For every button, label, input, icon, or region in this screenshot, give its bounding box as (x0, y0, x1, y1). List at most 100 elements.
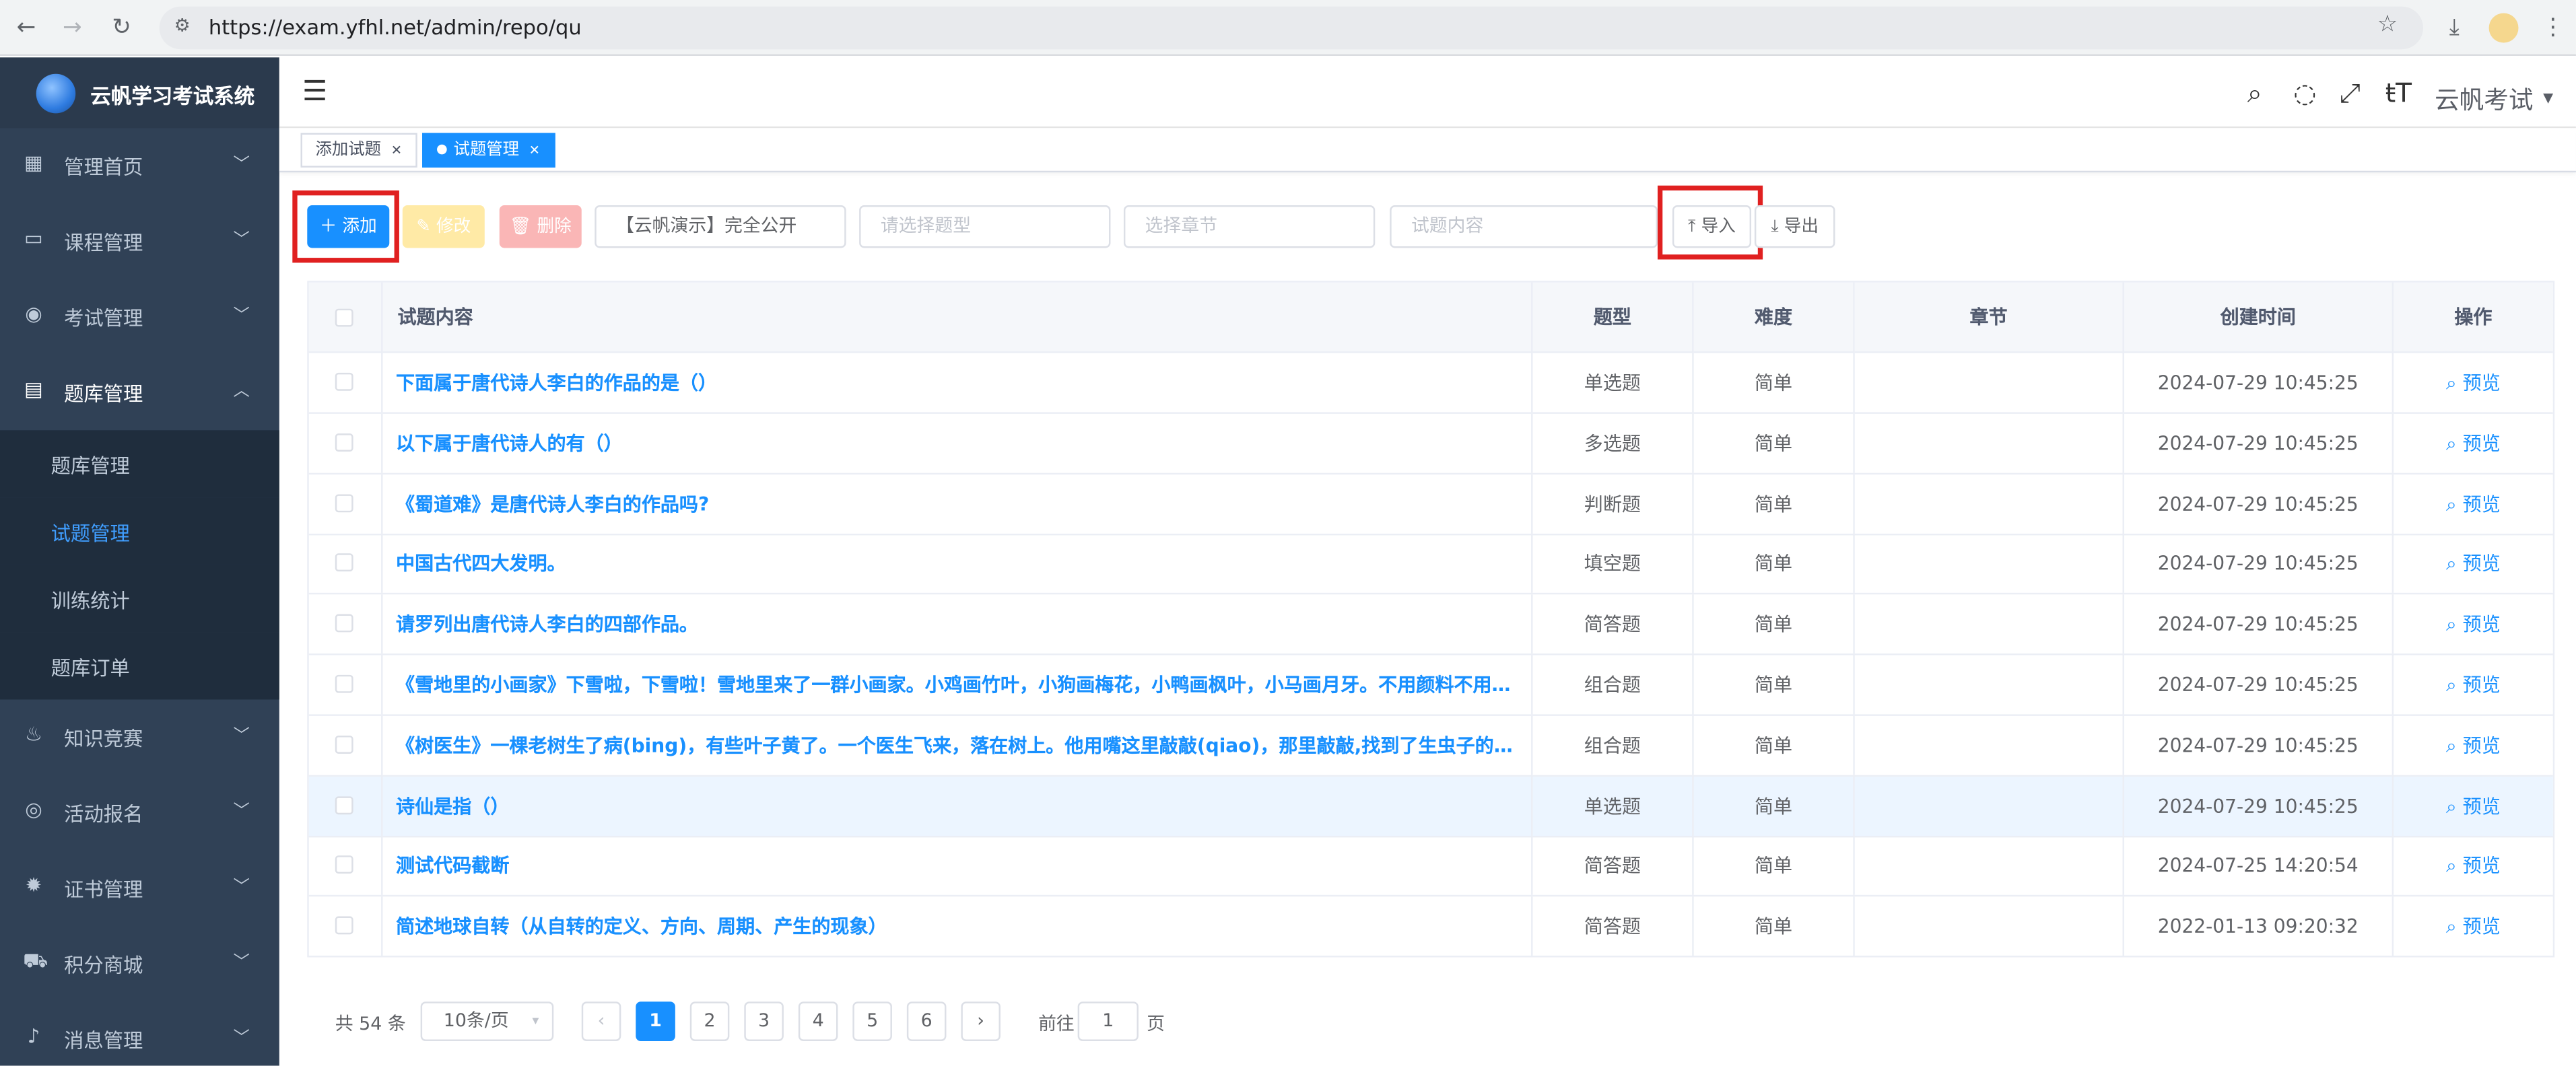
question-content-link[interactable]: 中国古代四大发明。 (383, 534, 1533, 594)
table-row[interactable]: 简述地球自转（从自转的定义、方向、周期、产生的现象） 简答题 简单 2022-01-1… (308, 896, 2553, 958)
prev-page-button[interactable]: ‹ (581, 1001, 621, 1041)
sidebar-item-course[interactable]: ▭ 课程管理 ﹀ (0, 204, 279, 279)
difficulty-cell: 简单 (1694, 413, 1855, 473)
preview-link[interactable]: ⌕ 预览 (2394, 897, 2553, 956)
sidebar-subitem-repo[interactable]: 题库管理 (0, 430, 279, 498)
caret-down-icon[interactable]: ▼ (2543, 90, 2553, 105)
question-content-link[interactable]: 《树医生》一棵老树生了病(bing)，有些叶子黄了。一个医生飞来，落在树上。他用… (383, 715, 1533, 775)
question-type-cell: 单选题 (1533, 776, 1694, 835)
question-content-link[interactable]: 简述地球自转（从自转的定义、方向、周期、产生的现象） (383, 896, 1533, 956)
export-button[interactable]: ⤓ 导出 (1754, 205, 1835, 248)
more-menu-icon[interactable]: ⋮ (2536, 11, 2569, 44)
page-button[interactable]: 3 (744, 1001, 784, 1041)
page-button[interactable]: 5 (852, 1001, 892, 1041)
bookmark-star-icon[interactable]: ☆ (2377, 11, 2398, 38)
chapter-cell (1855, 896, 2124, 956)
chapter-select[interactable]: 选择章节 (1123, 205, 1376, 248)
font-size-icon[interactable]: ŧT (2385, 77, 2412, 108)
fire-icon: ♨ (24, 722, 43, 746)
profile-avatar[interactable] (2488, 13, 2519, 43)
close-icon[interactable]: ✕ (391, 143, 402, 157)
row-checkbox[interactable] (335, 674, 353, 693)
row-checkbox[interactable] (335, 493, 353, 512)
row-checkbox[interactable] (335, 735, 353, 754)
row-checkbox[interactable] (335, 916, 353, 935)
question-content-link[interactable]: 下面属于唐代诗人李白的作品的是（） (383, 353, 1533, 413)
created-time-cell: 2024-07-29 10:45:25 (2124, 413, 2394, 473)
question-content-link[interactable]: 以下属于唐代诗人的有（） (383, 413, 1533, 473)
content-search-input[interactable]: 试题内容 (1390, 205, 1658, 248)
user-name[interactable]: 云帆考试 (2435, 82, 2533, 116)
row-checkbox[interactable] (335, 433, 353, 452)
table-row[interactable]: 中国古代四大发明。 填空题 简单 2024-07-29 10:45:25 ⌕ 预览 (308, 534, 2553, 596)
search-icon[interactable]: ⌕ (2247, 77, 2262, 110)
page-button[interactable]: 2 (689, 1001, 730, 1041)
hamburger-icon[interactable]: ☰ (302, 75, 327, 108)
preview-link[interactable]: ⌕ 预览 (2394, 837, 2553, 896)
reload-icon[interactable]: ↻ (105, 11, 138, 44)
preview-link[interactable]: ⌕ 预览 (2394, 474, 2553, 533)
sidebar-item-contest[interactable]: ♨ 知识竞赛 ﹀ (0, 699, 279, 775)
preview-link[interactable]: ⌕ 预览 (2394, 655, 2553, 715)
table-row[interactable]: 下面属于唐代诗人李白的作品的是（） 单选题 简单 2024-07-29 10:45:2… (308, 353, 2553, 414)
page-button[interactable]: 4 (798, 1001, 838, 1041)
preview-label: 预览 (2462, 431, 2501, 455)
sidebar-item-certificate[interactable]: ✹ 证书管理 ﹀ (0, 851, 279, 926)
goto-page-input[interactable]: 1 (1077, 1001, 1139, 1041)
row-checkbox[interactable] (335, 856, 353, 875)
row-checkbox[interactable] (335, 795, 353, 814)
created-time-cell: 2024-07-29 10:45:25 (2124, 594, 2394, 654)
table-row[interactable]: 测试代码截断 简答题 简单 2024-07-25 14:20:54 ⌕ 预览 (308, 836, 2553, 898)
site-settings-icon[interactable]: ⚙ (174, 15, 191, 36)
question-content-link[interactable]: 请罗列出唐代诗人李白的四部作品。 (383, 594, 1533, 654)
table-row[interactable]: 请罗列出唐代诗人李白的四部作品。 简答题 简单 2024-07-29 10:45:25… (308, 594, 2553, 656)
close-icon[interactable]: ✕ (529, 143, 540, 157)
row-checkbox[interactable] (335, 614, 353, 633)
preview-link[interactable]: ⌕ 预览 (2394, 353, 2553, 413)
sidebar-item-exam[interactable]: ◉ 考试管理 ﹀ (0, 279, 279, 355)
question-content-link[interactable]: 《雪地里的小画家》下雪啦，下雪啦！雪地里来了一群小画家。小鸡画竹叶，小狗画梅花，… (383, 655, 1533, 715)
table-row[interactable]: 《雪地里的小画家》下雪啦，下雪啦！雪地里来了一群小画家。小鸡画竹叶，小狗画梅花，… (308, 655, 2553, 716)
sidebar-subitem-repo-orders[interactable]: 题库订单 (0, 632, 279, 700)
address-bar[interactable]: ⚙ https://exam.yfhl.net/admin/repo/qu ☆ (159, 6, 2424, 50)
back-icon[interactable]: ← (10, 11, 43, 44)
preview-label: 预览 (2462, 492, 2501, 516)
difficulty-cell: 简单 (1694, 594, 1855, 654)
repo-select[interactable]: 【云帆演示】完全公开 (595, 205, 846, 248)
sidebar-item-dashboard[interactable]: ▦ 管理首页 ﹀ (0, 128, 279, 203)
preview-link[interactable]: ⌕ 预览 (2394, 534, 2553, 594)
page-size-select[interactable]: 10条/页 ▾ (420, 1001, 554, 1041)
preview-link[interactable]: ⌕ 预览 (2394, 776, 2553, 835)
preview-link[interactable]: ⌕ 预览 (2394, 413, 2553, 472)
question-type-select[interactable]: 请选择题型 (859, 205, 1111, 248)
chat-icon[interactable]: ◌ (2293, 77, 2316, 108)
preview-link[interactable]: ⌕ 预览 (2394, 715, 2553, 775)
sidebar-subitem-question[interactable]: 试题管理 (0, 497, 279, 565)
table-row[interactable]: 《蜀道难》是唐代诗人李白的作品吗? 判断题 简单 2024-07-29 10:45:2… (308, 474, 2553, 535)
sidebar-item-message[interactable]: ♪ 消息管理 ﹀ (0, 1001, 279, 1066)
sidebar-item-mall[interactable]: ⛟ 积分商城 ﹀ (0, 926, 279, 1001)
question-content-link[interactable]: 《蜀道难》是唐代诗人李白的作品吗? (383, 474, 1533, 534)
tag-question-manage[interactable]: 试题管理 ✕ (422, 133, 555, 168)
edit-button[interactable]: ✎ 修改 (402, 205, 485, 248)
table-row[interactable]: 以下属于唐代诗人的有（） 多选题 简单 2024-07-29 10:45:25 ⌕ 预览 (308, 413, 2553, 474)
forward-icon[interactable]: → (56, 11, 89, 44)
row-checkbox[interactable] (335, 554, 353, 573)
page-button[interactable]: 6 (906, 1001, 947, 1041)
table-row[interactable]: 《树医生》一棵老树生了病(bing)，有些叶子黄了。一个医生飞来，落在树上。他用… (308, 715, 2553, 777)
next-page-button[interactable]: › (961, 1001, 1001, 1041)
table-row[interactable]: 诗仙是指（） 单选题 简单 2024-07-29 10:45:25 ⌕ 预览 (308, 776, 2553, 837)
preview-link[interactable]: ⌕ 预览 (2394, 595, 2553, 654)
question-content-link[interactable]: 诗仙是指（） (383, 776, 1533, 835)
question-content-link[interactable]: 测试代码截断 (383, 836, 1533, 896)
download-icon[interactable]: ⤓ (2438, 11, 2471, 44)
sidebar-subitem-training-stats[interactable]: 训练统计 (0, 565, 279, 633)
sidebar-item-activity[interactable]: ◎ 活动报名 ﹀ (0, 775, 279, 851)
sidebar-item-repo[interactable]: ▤ 题库管理 ︿ (0, 355, 279, 430)
page-button[interactable]: 1 (636, 1001, 675, 1041)
row-checkbox[interactable] (335, 372, 353, 391)
tag-add-question[interactable]: 添加试题 ✕ (300, 133, 417, 168)
delete-button[interactable]: 🗑 删除 (499, 205, 582, 248)
fullscreen-icon[interactable]: ⤢ (2340, 77, 2361, 110)
select-all-checkbox[interactable] (335, 308, 353, 327)
